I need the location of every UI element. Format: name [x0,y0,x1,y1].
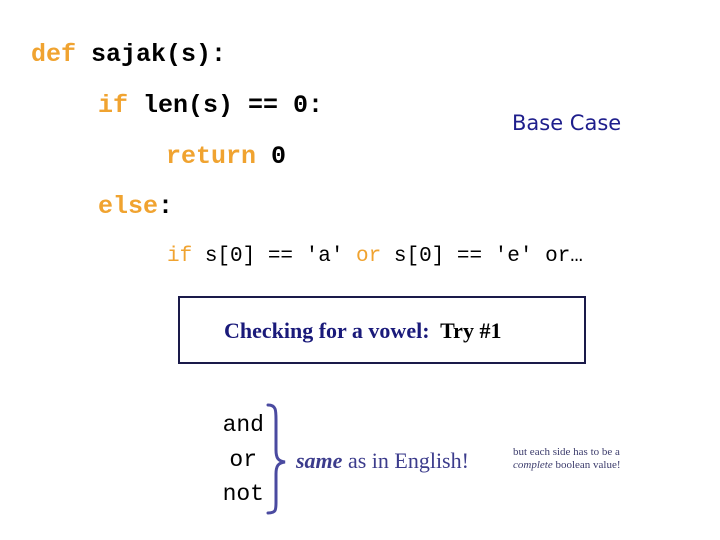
note-line-2: boolean value! [552,459,621,471]
boolean-note: but each side has to be a complete boole… [513,446,621,472]
same-as-rest: as in English! [342,448,469,473]
code-line-return: return 0 [166,142,286,171]
vowel-check-part-1: s[0] == 'a' [192,245,357,268]
note-line-1: but each side has to be a [513,446,620,458]
keyword-or: or [356,245,382,268]
keyword-if: if [98,91,129,120]
function-signature: sajak(s): [76,40,227,69]
note-emphasis: complete [513,459,553,471]
right-brace-icon [266,403,286,515]
code-line-else: else: [98,192,173,221]
operator-and: and [222,412,264,438]
if-condition: len(s) == 0: [128,91,324,120]
keyword-if-2: if [167,245,193,268]
operator-or: or [229,447,257,473]
vowel-box-label: Checking for a vowel: [224,318,430,343]
same-as-english-text: same as in English! [296,448,469,474]
same-emphasis: same [296,448,343,473]
vowel-box-try: Try #1 [429,318,502,343]
keyword-return: return [166,142,257,171]
keyword-def: def [31,40,77,69]
code-line-if-len: if len(s) == 0: [98,91,323,120]
keyword-else: else [98,192,159,221]
vowel-box-text: Checking for a vowel: Try #1 [224,318,501,344]
vowel-check-box: Checking for a vowel: Try #1 [178,296,586,364]
return-value: 0 [256,142,287,171]
operator-not: not [222,481,264,507]
code-line-vowel-check: if s[0] == 'a' or s[0] == 'e' or… [167,245,583,268]
base-case-label: Base Case [512,111,622,135]
else-colon: : [158,192,174,221]
vowel-check-part-2: s[0] == 'e' or… [381,245,583,268]
code-line-def: def sajak(s): [31,40,226,69]
